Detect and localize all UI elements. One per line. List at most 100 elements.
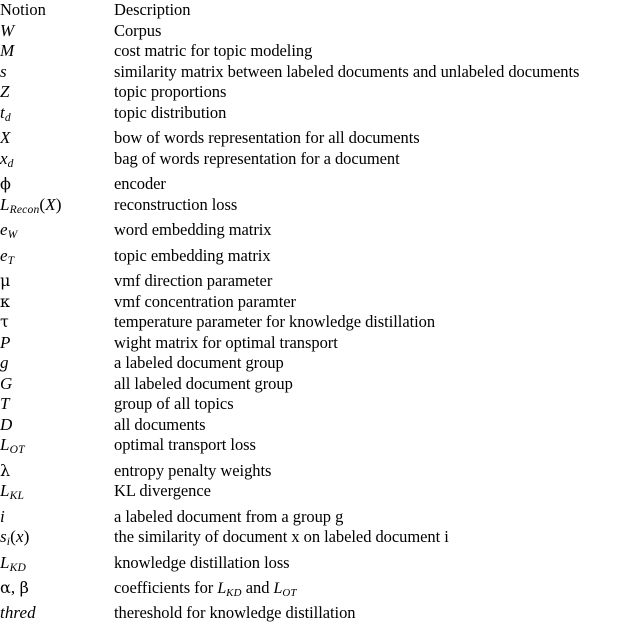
symbol-lambda: λ <box>0 460 11 480</box>
notation-symbol: W <box>0 21 114 42</box>
notation-description: topic distribution <box>114 102 227 122</box>
table-row: s similarity matrix between labeled docu… <box>0 62 640 83</box>
notation-symbol: si(x) <box>0 527 114 553</box>
notation-symbol: eT <box>0 246 114 272</box>
symbol-P: P <box>0 332 11 352</box>
notation-symbol: eW <box>0 220 114 246</box>
subscript-d: d <box>4 110 11 124</box>
notation-description: all labeled document group <box>114 373 293 393</box>
notation-description: Corpus <box>114 20 162 40</box>
notation-symbol: λ <box>0 461 114 482</box>
notation-symbol: LOT <box>0 435 114 461</box>
notation-description: entropy penalty weights <box>114 460 272 480</box>
notation-description: bag of words representation for a docume… <box>114 148 400 168</box>
right-paren: ) <box>23 527 30 546</box>
table-row: eW word embedding matrix <box>0 220 640 246</box>
symbol-L: L <box>0 481 10 500</box>
symbol-tau: τ <box>0 312 9 331</box>
notation-symbol: τ <box>0 312 114 333</box>
symbol-kappa: κ <box>0 291 11 311</box>
notation-description: vmf direction parameter <box>114 271 273 290</box>
notation-symbol: xd <box>0 149 114 175</box>
symbol-g: g <box>0 353 9 372</box>
table-row: D all documents <box>0 415 640 436</box>
symbol-s: s <box>0 527 7 546</box>
symbol-x: x <box>16 527 24 546</box>
table-row: LKL KL divergence <box>0 481 640 507</box>
symbol-L: L <box>217 580 227 597</box>
symbol-thred: thred <box>0 603 36 623</box>
table-row: T group of all topics <box>0 394 640 415</box>
notation-symbol: td <box>0 103 114 129</box>
table-row: W Corpus <box>0 21 640 42</box>
column-header-description: Description <box>114 0 191 19</box>
notation-description: topic proportions <box>114 82 227 101</box>
notation-description: coefficients for LKD and LOT <box>114 578 640 603</box>
notation-description: optimal transport loss <box>114 435 256 454</box>
notation-symbol: i <box>0 507 114 528</box>
column-header-notion: Notion <box>0 0 46 19</box>
subscript-W: W <box>7 228 18 241</box>
notation-symbol: X <box>0 128 114 149</box>
symbol-mu: μ <box>0 271 11 290</box>
symbol-alpha: α <box>0 578 11 597</box>
symbol-i: i <box>0 506 5 526</box>
notation-description: similarity matrix between labeled docume… <box>114 61 580 81</box>
notation-description: cost matric for topic modeling <box>114 41 313 60</box>
table-row: κ vmf concentration paramter <box>0 292 640 313</box>
symbol-M: M <box>0 41 15 60</box>
notation-description: a labeled document group <box>114 353 284 372</box>
subscript-kd: KD <box>226 586 242 599</box>
table-row: ϕ encoder <box>0 174 640 195</box>
symbol-X: X <box>0 128 11 147</box>
table-row: τ temperature parameter for knowledge di… <box>0 312 640 333</box>
notation-description: vmf concentration paramter <box>114 291 296 311</box>
notation-symbol: μ <box>0 271 114 292</box>
notation-symbol: g <box>0 353 114 374</box>
subscript-recon: Recon <box>9 202 40 216</box>
table-row: α, β coefficients for LKD and LOT <box>0 578 640 603</box>
table-row: thred thereshold for knowledge distillat… <box>0 603 640 624</box>
table-row: Z topic proportions <box>0 82 640 103</box>
symbol-L: L <box>273 580 283 597</box>
table-row: μ vmf direction parameter <box>0 271 640 292</box>
notation-description: bow of words representation for all docu… <box>114 128 420 147</box>
notation-symbol: s <box>0 62 114 83</box>
table-row: i a labeled document from a group g <box>0 507 640 528</box>
symbol-L: L <box>0 435 10 454</box>
inline-symbol-lkd: LKD <box>217 580 242 599</box>
notation-description: wight matrix for optimal transport <box>114 332 338 352</box>
notation-symbol: M <box>0 41 114 62</box>
table-row: X bow of words representation for all do… <box>0 128 640 149</box>
right-paren: ) <box>55 194 62 214</box>
subscript-d: d <box>7 156 14 170</box>
symbol-comma: , <box>10 578 16 597</box>
symbol-X: X <box>45 194 56 214</box>
table-row: si(x) the similarity of document x on la… <box>0 527 640 553</box>
notation-description: topic embedding matrix <box>114 245 271 265</box>
symbol-x: x <box>0 148 8 168</box>
symbol-L: L <box>0 552 10 572</box>
notation-description: KL divergence <box>114 481 211 500</box>
table-row: λ entropy penalty weights <box>0 461 640 482</box>
notation-symbol: T <box>0 394 114 415</box>
notation-symbol: P <box>0 333 114 354</box>
table-row: LOT optimal transport loss <box>0 435 640 461</box>
description-text-prefix: coefficients for <box>114 578 218 597</box>
table-row: P wight matrix for optimal transport <box>0 333 640 354</box>
notation-symbol: κ <box>0 292 114 313</box>
notation-description: temperature parameter for knowledge dist… <box>114 312 436 331</box>
notation-symbol: D <box>0 415 114 436</box>
table-row: M cost matric for topic modeling <box>0 41 640 62</box>
table-row: xd bag of words representation for a doc… <box>0 149 640 175</box>
notation-symbol: LRecon(X) <box>0 195 114 221</box>
symbol-s: s <box>0 61 7 81</box>
description-text-mid: and <box>241 578 274 597</box>
notation-description: all documents <box>114 414 206 434</box>
inline-symbol-lot: LOT <box>273 580 297 599</box>
notation-description: word embedding matrix <box>114 220 272 239</box>
symbol-e: e <box>0 245 8 265</box>
notation-symbol: α, β <box>0 578 114 603</box>
notation-table: Notion Description W Corpus M cost matri… <box>0 0 640 624</box>
notation-symbol: LKD <box>0 553 114 579</box>
